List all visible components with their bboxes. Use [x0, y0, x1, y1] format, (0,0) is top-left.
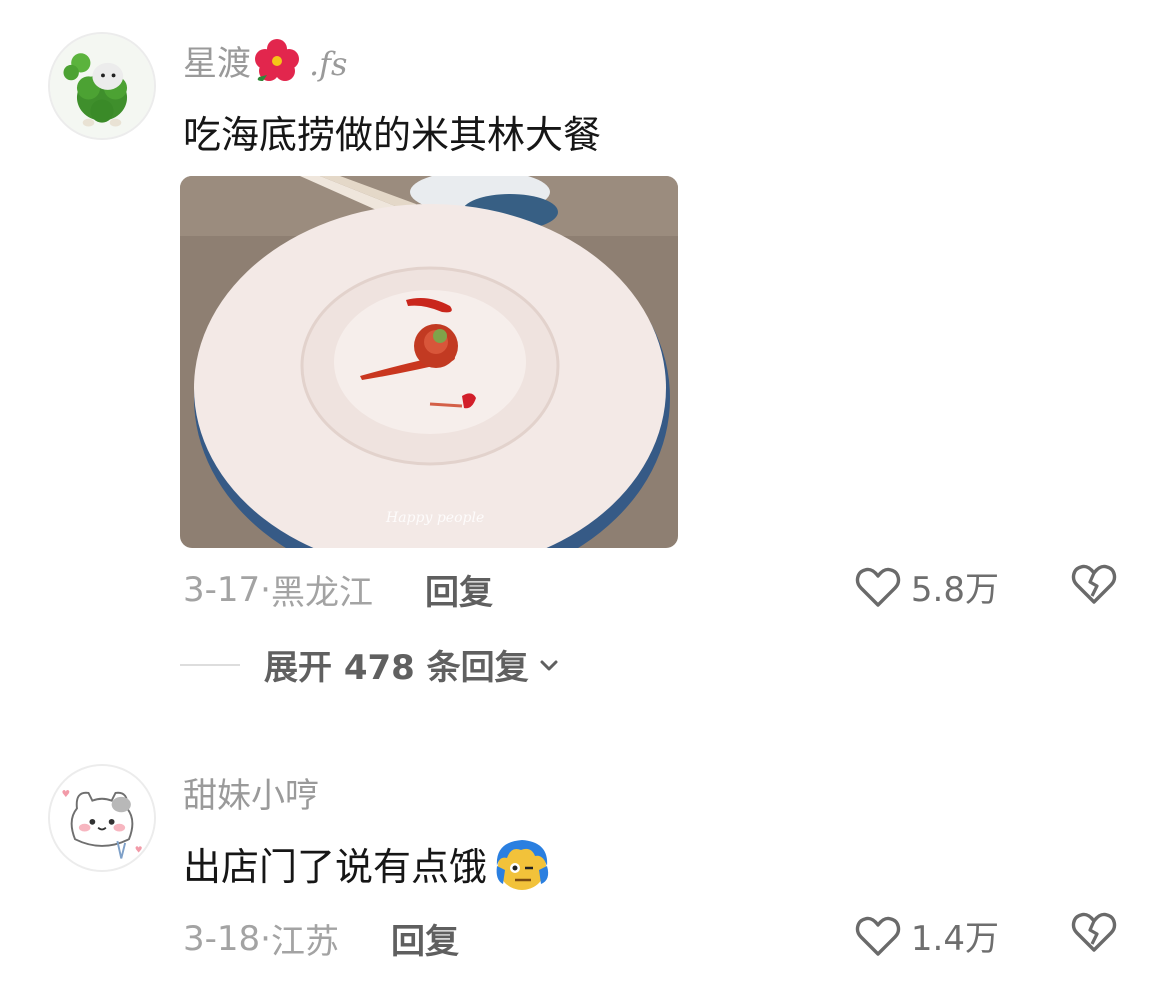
- username[interactable]: 甜妹小哼: [183, 768, 319, 817]
- comment-date: 3-17: [183, 569, 261, 610]
- meta-dot: ·: [260, 918, 271, 959]
- broken-heart-icon: [1071, 912, 1117, 952]
- comment-text: 出店门了说有点饿: [183, 836, 553, 892]
- comment-meta: 3-18 · 江苏 回复: [183, 914, 459, 963]
- like-button[interactable]: 1.4万: [855, 911, 999, 960]
- username-suffix: .fs: [309, 45, 348, 83]
- blue-hair-face-emoji-icon: [491, 836, 553, 892]
- comment-meta: 3-17 · 黑龙江 回复: [183, 565, 493, 614]
- avatar[interactable]: [48, 32, 156, 140]
- comment-location: 黑龙江: [270, 573, 373, 613]
- divider-line: [180, 663, 240, 666]
- meta-dot: ·: [260, 569, 271, 610]
- svg-text:♥: ♥: [135, 846, 143, 856]
- like-count: 1.4万: [910, 919, 999, 959]
- svg-text:♥: ♥: [62, 789, 71, 800]
- like-count: 5.8万: [910, 570, 999, 610]
- heart-outline-icon: [855, 916, 901, 956]
- expand-replies[interactable]: 展开 478 条回复: [180, 640, 561, 689]
- reply-button[interactable]: 回复: [425, 565, 493, 614]
- like-button[interactable]: 5.8万: [855, 562, 999, 611]
- username[interactable]: 星渡 .fs: [183, 36, 347, 85]
- heart-outline-icon: [855, 567, 901, 607]
- dislike-button[interactable]: [1071, 562, 1117, 606]
- comment-photo[interactable]: Happy people: [180, 176, 678, 548]
- broken-heart-icon: [1071, 564, 1117, 604]
- comment-text-content: 出店门了说有点饿: [183, 845, 488, 889]
- comment-text: 吃海底捞做的米其林大餐: [183, 113, 602, 157]
- avatar[interactable]: ♥ ♥: [48, 764, 156, 872]
- photo-watermark: Happy people: [385, 510, 484, 526]
- dislike-button[interactable]: [1071, 910, 1117, 954]
- username-text: 星渡: [183, 44, 251, 84]
- expand-label: 展开 478 条回复: [264, 648, 529, 688]
- chevron-down-icon: [540, 660, 558, 670]
- comment-location: 江苏: [270, 922, 339, 962]
- reply-button[interactable]: 回复: [391, 914, 459, 963]
- hibiscus-emoji-icon: [253, 37, 301, 83]
- comment-date: 3-18: [183, 918, 261, 959]
